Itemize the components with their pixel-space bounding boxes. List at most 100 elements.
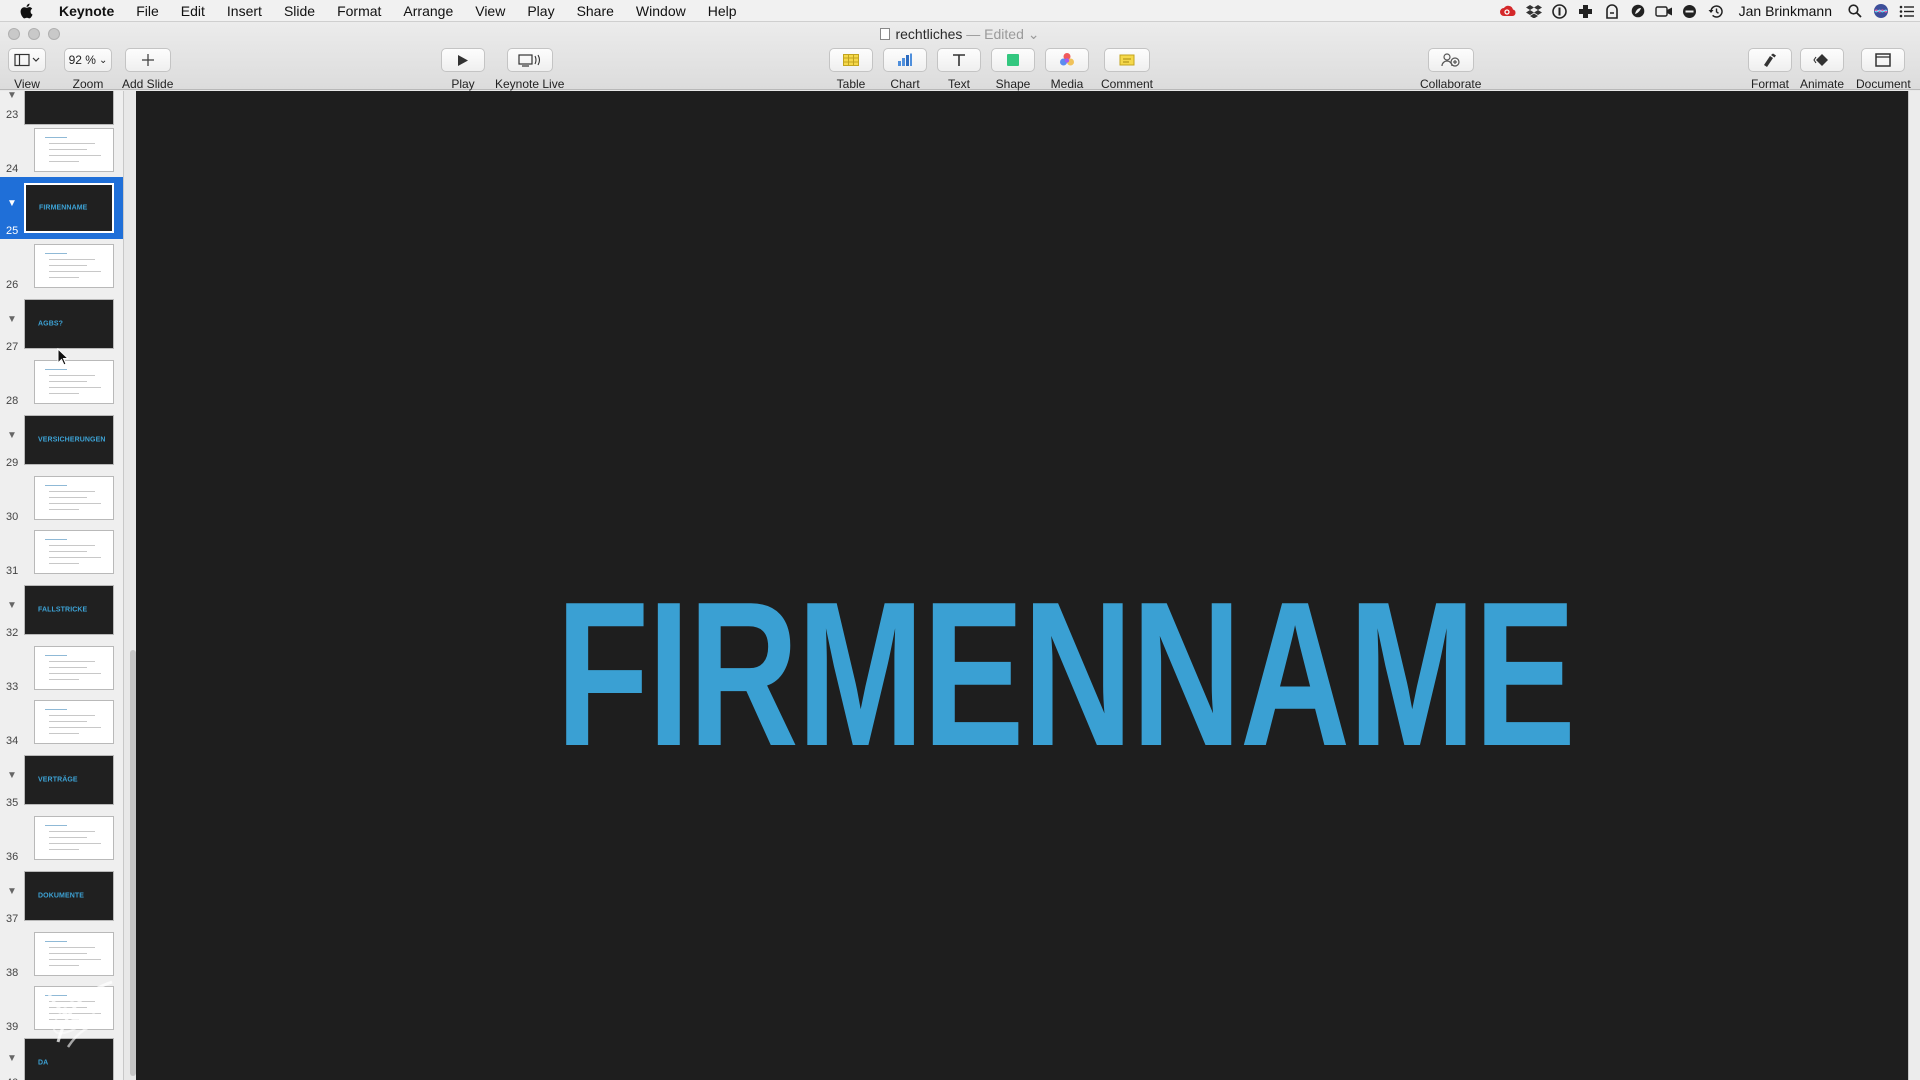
slide-title-text[interactable]: FIRMENNAME bbox=[556, 571, 1576, 777]
leaf-icon[interactable] bbox=[1625, 0, 1651, 22]
slide-thumbnail[interactable]: FIRMENNAME bbox=[24, 183, 114, 233]
slide-thumbnail-row[interactable]: 26 bbox=[0, 239, 123, 293]
animate-control: Animate bbox=[1800, 48, 1844, 91]
disclosure-triangle-icon[interactable]: ▼ bbox=[7, 1053, 17, 1064]
menu-play[interactable]: Play bbox=[516, 0, 565, 22]
menu-slide[interactable]: Slide bbox=[273, 0, 326, 22]
slide-thumbnail-row[interactable]: ▼ AGBS? 27 bbox=[0, 293, 123, 355]
disclosure-triangle-icon[interactable]: ▼ bbox=[7, 600, 17, 611]
insert-media-button[interactable] bbox=[1045, 48, 1089, 72]
play-label: Play bbox=[451, 77, 475, 91]
zoom-control: 92 % ⌄ Zoom bbox=[64, 48, 112, 91]
document-title[interactable]: rechtliches — Edited ⌄ bbox=[0, 26, 1920, 43]
slide-thumbnail-row[interactable]: ▼ DOKUMENTE 37 bbox=[0, 865, 123, 927]
thumbnail-text-line bbox=[49, 387, 101, 388]
disclosure-triangle-icon[interactable]: ▼ bbox=[7, 314, 17, 325]
siri-icon[interactable] bbox=[1868, 0, 1894, 22]
menu-help[interactable]: Help bbox=[697, 0, 748, 22]
thumbnail-text-line bbox=[49, 161, 79, 162]
archive-icon[interactable] bbox=[1599, 0, 1625, 22]
zoom-select[interactable]: 92 % ⌄ bbox=[64, 48, 112, 72]
format-label: Format bbox=[1750, 77, 1789, 91]
slide-thumbnail-row[interactable]: ▼ 23 bbox=[0, 91, 123, 125]
slide-thumbnail[interactable]: VERSICHERUNGEN bbox=[24, 415, 114, 465]
disclosure-triangle-icon[interactable]: ▼ bbox=[7, 91, 17, 101]
thumbnail-text-line bbox=[49, 375, 95, 376]
camera-icon[interactable] bbox=[1651, 0, 1677, 22]
slide-canvas[interactable]: FIRMENNAME bbox=[136, 91, 1908, 1080]
time-machine-icon[interactable] bbox=[1703, 0, 1729, 22]
disclosure-triangle-icon[interactable]: ▼ bbox=[7, 430, 17, 441]
insert-shape-button[interactable] bbox=[991, 48, 1035, 72]
add-slide-button[interactable] bbox=[124, 48, 171, 72]
creative-cloud-icon[interactable] bbox=[1495, 0, 1521, 22]
collaborate-button[interactable] bbox=[1427, 48, 1474, 72]
play-button[interactable] bbox=[441, 48, 485, 72]
slide-thumbnail-row[interactable]: ▼ FALLSTRICKE 32 bbox=[0, 579, 123, 641]
disclosure-triangle-icon[interactable]: ▼ bbox=[7, 886, 17, 897]
slide-thumbnail[interactable] bbox=[24, 91, 114, 125]
slide-thumbnail[interactable] bbox=[34, 932, 114, 976]
slide-thumbnail-row[interactable]: 36 bbox=[0, 811, 123, 865]
slide-thumbnail[interactable] bbox=[34, 530, 114, 574]
thumbnail-text-line bbox=[45, 941, 67, 942]
menu-insert[interactable]: Insert bbox=[216, 0, 273, 22]
disclosure-triangle-icon[interactable]: ▼ bbox=[7, 770, 17, 781]
chevron-down-icon: ⌄ bbox=[1027, 26, 1040, 42]
menu-file[interactable]: File bbox=[125, 0, 170, 22]
disclosure-triangle-icon[interactable]: ▼ bbox=[7, 198, 17, 209]
thumbnail-text-line bbox=[49, 733, 79, 734]
menu-window[interactable]: Window bbox=[625, 0, 697, 22]
thumbnail-text-line bbox=[49, 497, 87, 498]
insert-chart-button[interactable] bbox=[883, 48, 927, 72]
menu-view[interactable]: View bbox=[464, 0, 516, 22]
slide-thumbnail[interactable] bbox=[34, 646, 114, 690]
slide-thumbnail[interactable] bbox=[34, 700, 114, 744]
minus-circle-icon[interactable] bbox=[1677, 0, 1703, 22]
onepassword-icon[interactable] bbox=[1547, 0, 1573, 22]
slide-thumbnail-row[interactable]: 30 bbox=[0, 471, 123, 525]
slide-thumbnail[interactable]: AGBS? bbox=[24, 299, 114, 349]
user-name[interactable]: Jan Brinkmann bbox=[1729, 3, 1842, 19]
slide-thumbnail-row[interactable]: 33 bbox=[0, 641, 123, 695]
format-button[interactable] bbox=[1748, 48, 1792, 72]
slide-thumbnail-row[interactable]: ▼ FIRMENNAME 25 bbox=[0, 177, 123, 239]
insert-table-button[interactable] bbox=[829, 48, 873, 72]
slide-thumbnail-row[interactable]: 31 bbox=[0, 525, 123, 579]
slide-thumbnail[interactable] bbox=[34, 816, 114, 860]
slide-thumbnail[interactable] bbox=[34, 360, 114, 404]
apple-icon[interactable] bbox=[18, 3, 36, 19]
menu-edit[interactable]: Edit bbox=[170, 0, 216, 22]
slide-thumbnail-row[interactable]: 24 bbox=[0, 123, 123, 177]
menu-app-name[interactable]: Keynote bbox=[48, 0, 125, 22]
slide-thumbnail[interactable]: VERTRÄGE bbox=[24, 755, 114, 805]
slide-thumbnail[interactable]: DOKUMENTE bbox=[24, 871, 114, 921]
keynote-live-button[interactable] bbox=[506, 48, 553, 72]
animate-button[interactable] bbox=[1800, 48, 1845, 72]
document-button[interactable] bbox=[1861, 48, 1906, 72]
slide-thumbnail[interactable] bbox=[34, 128, 114, 172]
thumbnail-title: AGBS? bbox=[38, 320, 63, 328]
slide-thumbnail[interactable]: FALLSTRICKE bbox=[24, 585, 114, 635]
view-button[interactable] bbox=[8, 48, 46, 72]
puzzle-icon[interactable] bbox=[1573, 0, 1599, 22]
insert-comment-button[interactable] bbox=[1104, 48, 1150, 72]
menu-share[interactable]: Share bbox=[566, 0, 625, 22]
notification-center-icon[interactable] bbox=[1894, 0, 1920, 22]
slide-thumbnail[interactable] bbox=[34, 476, 114, 520]
insert-text-button[interactable] bbox=[937, 48, 981, 72]
slide-thumbnail[interactable] bbox=[34, 244, 114, 288]
menu-format[interactable]: Format bbox=[326, 0, 392, 22]
dropbox-icon[interactable] bbox=[1521, 0, 1547, 22]
view-control: View bbox=[8, 48, 46, 91]
slide-navigator[interactable]: ▼ 23 24 ▼ FIRMENNAME 25 26 ▼ AGBS? 27 28 ▼ VERSICHER… bbox=[0, 91, 124, 1080]
spotlight-search-icon[interactable] bbox=[1842, 0, 1868, 22]
thumbnail-title: FALLSTRICKE bbox=[38, 606, 88, 614]
thumbnail-text-line bbox=[49, 149, 87, 150]
slide-thumbnail-row[interactable]: ▼ VERTRÄGE 35 bbox=[0, 749, 123, 811]
menu-arrange[interactable]: Arrange bbox=[392, 0, 464, 22]
slide-thumbnail-row[interactable]: ▼ VERSICHERUNGEN 29 bbox=[0, 409, 123, 471]
slide-number: 29 bbox=[6, 457, 19, 469]
media-control: Media bbox=[1045, 48, 1089, 91]
slide-thumbnail-row[interactable]: 34 bbox=[0, 695, 123, 749]
